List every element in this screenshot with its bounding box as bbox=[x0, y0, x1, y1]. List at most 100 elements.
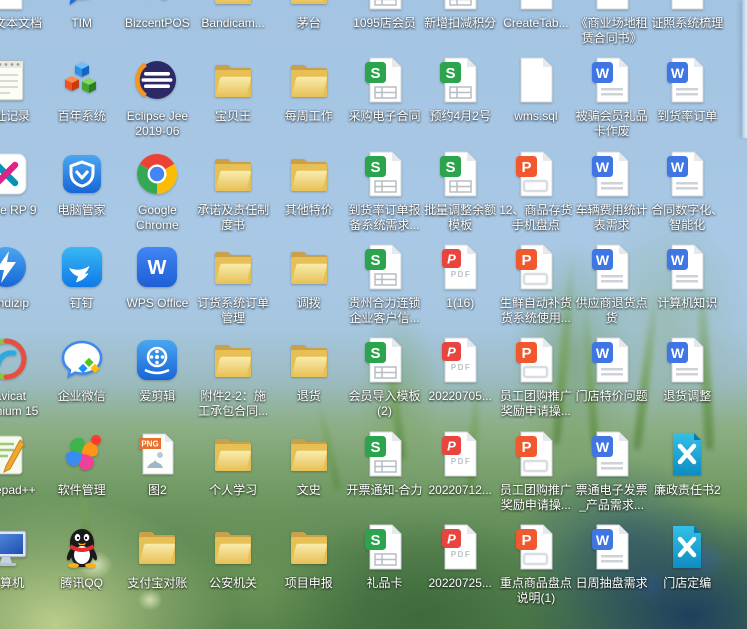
desktop-icon[interactable]: W计算机知识 bbox=[649, 243, 725, 335]
desktop-icon[interactable]: 电脑管家 bbox=[44, 150, 120, 242]
desktop-icon-label: 网址记录 bbox=[0, 109, 44, 124]
desktop-icon-label: 供应商退货点货 bbox=[574, 296, 650, 326]
desktop-icon[interactable]: 退货 bbox=[271, 336, 347, 428]
desktop-icon[interactable]: S新增扣减积分 bbox=[422, 0, 498, 55]
desktop-icon-label: 钉钉 bbox=[44, 296, 120, 311]
desktop-icon[interactable]: 新建文本文档 bbox=[0, 0, 44, 55]
desktop-icon[interactable]: S采购电子合同 bbox=[347, 56, 423, 148]
bandizip-icon bbox=[0, 243, 30, 291]
desktop-icon-label: 其他特价 bbox=[271, 203, 347, 218]
desktop-icon-label: 腾讯QQ bbox=[44, 576, 120, 591]
desktop-icon[interactable]: PPDF20220705... bbox=[422, 336, 498, 428]
desktop-icon[interactable]: PPDF20220712... bbox=[422, 430, 498, 522]
wps-ppt-icon: P bbox=[512, 243, 560, 291]
desktop-icon[interactable]: S礼品卡 bbox=[347, 523, 423, 615]
desktop-icon[interactable]: Notepad++ bbox=[0, 430, 44, 522]
desktop-icon[interactable]: W到货率订单 bbox=[649, 56, 725, 148]
folder-icon bbox=[285, 0, 333, 11]
desktop-icon[interactable]: 《商业场地租赁合同书》 bbox=[574, 0, 650, 55]
folder-icon bbox=[209, 243, 257, 291]
desktop-icon[interactable]: 公安机关 bbox=[195, 523, 271, 615]
desktop-icon-label: 《商业场地租赁合同书》 bbox=[574, 16, 650, 46]
desktop-icon[interactable]: PPDF20220725... bbox=[422, 523, 498, 615]
desktop-icon[interactable]: W票通电子发票_产品需求... bbox=[574, 430, 650, 522]
desktop-icon[interactable]: S开票通知-合力 bbox=[347, 430, 423, 522]
desktop-icon[interactable]: W供应商退货点货 bbox=[574, 243, 650, 335]
folder-icon bbox=[209, 150, 257, 198]
folder-icon bbox=[285, 336, 333, 384]
folder-icon bbox=[285, 430, 333, 478]
desktop-icon[interactable]: Navicat Premium 15 bbox=[0, 336, 44, 428]
desktop-icon[interactable]: 其他特价 bbox=[271, 150, 347, 242]
desktop-icon[interactable]: S贵州合力连锁企业客户信... bbox=[347, 243, 423, 335]
desktop-icon[interactable]: S会员导入模板(2) bbox=[347, 336, 423, 428]
pc-manager-icon bbox=[58, 150, 106, 198]
svg-text:P: P bbox=[521, 439, 531, 456]
desktop-icon[interactable]: TIM bbox=[44, 0, 120, 55]
folder-icon bbox=[209, 336, 257, 384]
wps-word-icon: W bbox=[663, 56, 711, 104]
desktop-icon[interactable]: 项目申报 bbox=[271, 523, 347, 615]
wps-sheet-icon: S bbox=[361, 150, 409, 198]
desktop-icon[interactable]: S预约4月2号 bbox=[422, 56, 498, 148]
desktop-icon[interactable]: W合同数字化、智能化 bbox=[649, 150, 725, 242]
desktop-icon[interactable]: P员工团购推广奖励申请操... bbox=[498, 430, 574, 522]
desktop-icon[interactable]: 文史 bbox=[271, 430, 347, 522]
desktop-icon[interactable]: wms.sql bbox=[498, 56, 574, 148]
desktop-icon[interactable]: 企业微信 bbox=[44, 336, 120, 428]
axure-file-icon bbox=[663, 523, 711, 571]
desktop-icon[interactable]: S到货率订单报备系统需求... bbox=[347, 150, 423, 242]
desktop-icon[interactable]: Bandicam... bbox=[195, 0, 271, 55]
desktop-icon[interactable]: Google Chrome bbox=[119, 150, 195, 242]
desktop-icon[interactable]: 廉政责任书2 bbox=[649, 430, 725, 522]
desktop-icon[interactable]: W车辆费用统计表需求 bbox=[574, 150, 650, 242]
desktop-icon-label: 1095店会员 bbox=[347, 16, 423, 31]
desktop-icon-label: 计算机知识 bbox=[649, 296, 725, 311]
desktop-icon[interactable]: P重点商品盘点说明(1) bbox=[498, 523, 574, 615]
desktop-icon[interactable]: S1095店会员 bbox=[347, 0, 423, 55]
desktop-icon[interactable]: W被骗会员礼品卡作废 bbox=[574, 56, 650, 148]
desktop-icon[interactable]: 个人学习 bbox=[195, 430, 271, 522]
desktop-icon[interactable]: CreateTab... bbox=[498, 0, 574, 55]
desktop-icon[interactable]: S批量调整余额模板 bbox=[422, 150, 498, 242]
desktop-icon[interactable]: 钉钉 bbox=[44, 243, 120, 335]
desktop-icon[interactable]: 茅台 bbox=[271, 0, 347, 55]
desktop-icon[interactable]: BizcentPOS bbox=[119, 0, 195, 55]
desktop-icon[interactable]: 爱剪辑 bbox=[119, 336, 195, 428]
desktop-icon[interactable]: Axure RP 9 bbox=[0, 150, 44, 242]
desktop-wallpaper[interactable]: 新建文本文档TIMBizcentPOSBandicam...茅台S1095店会员… bbox=[0, 0, 747, 629]
desktop-icon[interactable]: WWPS Office bbox=[119, 243, 195, 335]
svg-text:S: S bbox=[370, 159, 380, 176]
desktop-icon[interactable]: 计算机 bbox=[0, 523, 44, 615]
desktop-icon[interactable]: 调拨 bbox=[271, 243, 347, 335]
desktop-icon[interactable]: Eclipse Jee 2019-06 bbox=[119, 56, 195, 148]
svg-text:P: P bbox=[447, 251, 456, 266]
desktop-icon[interactable]: PPDF1(16) bbox=[422, 243, 498, 335]
desktop-icon[interactable]: 网址记录 bbox=[0, 56, 44, 148]
desktop-icon[interactable]: Bandizip bbox=[0, 243, 44, 335]
desktop-icon[interactable]: 订货系统订单管理 bbox=[195, 243, 271, 335]
desktop-icon-label: 证照系统梳理 bbox=[649, 16, 725, 31]
desktop-icon[interactable]: 支付宝对账 bbox=[119, 523, 195, 615]
desktop-icon[interactable]: PNG图2 bbox=[119, 430, 195, 522]
desktop-icon-label: 生鲜自动补货货系统使用... bbox=[498, 296, 574, 326]
desktop-icon-label: 文史 bbox=[271, 483, 347, 498]
desktop-icon[interactable]: P12、商品存货手机盘点 bbox=[498, 150, 574, 242]
desktop-icon[interactable]: 腾讯QQ bbox=[44, 523, 120, 615]
desktop-icon[interactable]: 证照系统梳理 bbox=[649, 0, 725, 55]
desktop-icon[interactable]: P员工团购推广奖励申请操... bbox=[498, 336, 574, 428]
desktop-icon[interactable]: 门店定编 bbox=[649, 523, 725, 615]
desktop-icon-label: Navicat Premium 15 bbox=[0, 389, 44, 419]
desktop-icon[interactable]: W退货调整 bbox=[649, 336, 725, 428]
desktop-icon[interactable]: W门店特价问题 bbox=[574, 336, 650, 428]
desktop-icon[interactable]: 软件管理 bbox=[44, 430, 120, 522]
wps-sheet-icon: S bbox=[436, 0, 484, 11]
desktop-icon[interactable]: W日周抽盘需求 bbox=[574, 523, 650, 615]
desktop-icon[interactable]: 百年系统 bbox=[44, 56, 120, 148]
desktop-icon[interactable]: 附件2-2：施工承包合同... bbox=[195, 336, 271, 428]
desktop-icon[interactable]: 宝贝王 bbox=[195, 56, 271, 148]
desktop-icon[interactable]: 每周工作 bbox=[271, 56, 347, 148]
desktop-icon[interactable]: P 生鲜自动补货货系统使用... bbox=[498, 243, 574, 335]
desktop-icon-label: 20220725... bbox=[422, 576, 498, 591]
desktop-icon[interactable]: 承诺及责任制度书 bbox=[195, 150, 271, 242]
